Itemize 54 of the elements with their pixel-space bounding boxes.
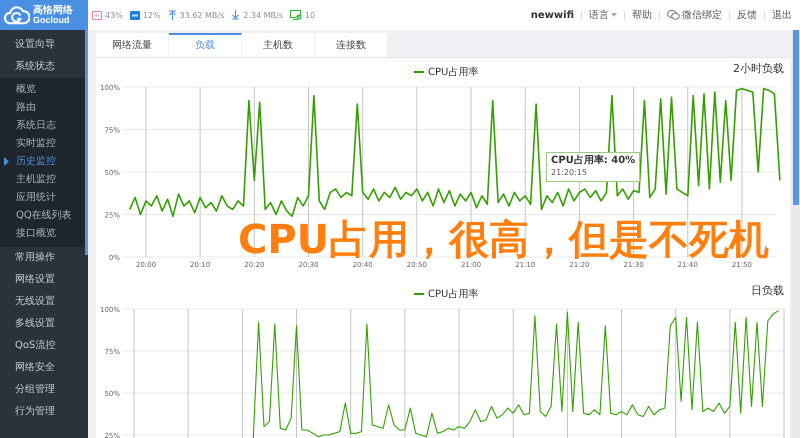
submenu-item[interactable]: 路由 — [0, 99, 85, 117]
nav-link[interactable]: 微信绑定 — [667, 8, 722, 22]
menu-item[interactable]: 无线设置 — [0, 291, 88, 313]
tab[interactable]: 主机数 — [242, 33, 315, 57]
nav-link[interactable]: 语言 — [589, 8, 617, 22]
menu-item[interactable]: 网络设置 — [0, 269, 88, 291]
chart-tooltip: CPU占用率: 40% 21:20:15 — [546, 152, 640, 182]
nav-link[interactable]: 帮助 — [632, 8, 652, 22]
submenu-item[interactable]: 系统日志 — [0, 117, 85, 135]
legend-item[interactable]: CPU占用率 — [414, 289, 478, 300]
chart-title: 2小时负载 — [733, 62, 784, 75]
legend-label: CPU占用率 — [428, 66, 478, 78]
overlay-caption: CPU占用，很高，但是不死机 — [238, 216, 770, 263]
memory-usage: 12% — [142, 10, 161, 20]
tab[interactable]: 网络流量 — [96, 33, 169, 57]
menu-item[interactable]: 网络安全 — [0, 357, 88, 379]
legend-item[interactable]: CPU占用率 — [414, 67, 478, 78]
host-count: 10 — [304, 10, 316, 20]
submenu-item[interactable]: QQ在线列表 — [0, 207, 85, 225]
nav-link[interactable]: 反馈 — [737, 8, 757, 22]
chat-bubbles-icon — [667, 10, 680, 20]
menu-item[interactable]: 系统状态 — [0, 56, 88, 78]
menu-item[interactable]: 设置向导 — [0, 34, 88, 56]
submenu-item[interactable]: 主机监控 — [0, 171, 85, 189]
submenu-item[interactable]: 接口概览 — [0, 225, 85, 243]
upload-speed: 33.62 MB/s — [180, 10, 224, 20]
tab[interactable]: 连接数 — [315, 33, 388, 57]
menu-item[interactable]: 分组管理 — [0, 379, 88, 401]
menu-item[interactable]: 常用操作 — [0, 247, 88, 269]
cpu-chip-icon — [92, 10, 102, 20]
upload-arrow-icon — [168, 10, 177, 20]
submenu-item[interactable]: 实时监控 — [0, 135, 85, 153]
caret-icon — [611, 13, 617, 17]
menu-item[interactable]: 行为管理 — [0, 401, 88, 423]
menu-item[interactable]: QoS流控 — [0, 335, 88, 357]
submenu-item[interactable]: 应用统计 — [0, 189, 85, 207]
chart-title: 日负载 — [751, 284, 784, 297]
logo-name: 高恪网络 — [33, 6, 73, 16]
logo-brand: Gocloud — [33, 16, 70, 24]
legend-label: CPU占用率 — [428, 288, 478, 300]
cloud-logo-icon — [4, 6, 30, 24]
submenu-item[interactable]: 历史监控 — [0, 153, 85, 171]
monitor-check-icon — [290, 10, 302, 20]
scrollbar-thumb[interactable] — [85, 30, 88, 255]
scrollbar[interactable] — [792, 30, 800, 438]
memory-chip-icon — [130, 10, 140, 20]
submenu-item[interactable]: 概览 — [0, 81, 85, 99]
nav-link[interactable]: 退出 — [772, 8, 792, 22]
cpu-usage: 43% — [105, 10, 123, 20]
download-speed: 2.34 MB/s — [243, 10, 283, 20]
pointer-icon — [4, 157, 9, 166]
download-arrow-icon — [231, 10, 240, 20]
menu-item[interactable]: 多线设置 — [0, 313, 88, 335]
username: newwifi — [530, 10, 574, 20]
